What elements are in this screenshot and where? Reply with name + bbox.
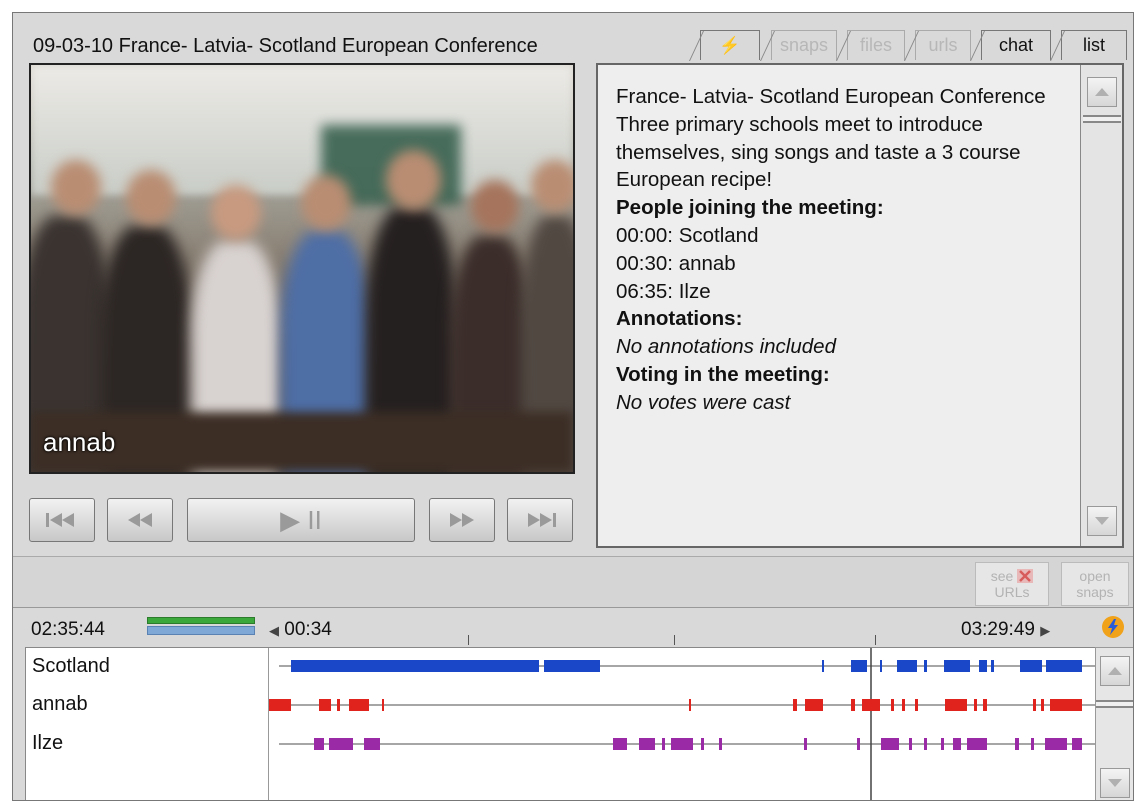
timeline-scroll-up-button[interactable] xyxy=(1100,656,1130,686)
scroll-left-arrow-icon: ◀ xyxy=(269,623,279,638)
timeline-header: 02:35:44 ◀ 00:34 03:29:49 ▶ xyxy=(13,609,1133,647)
timeline-tracks[interactable]: Scotland annab Ilze xyxy=(25,647,1105,801)
rewind-icon xyxy=(128,513,152,527)
timeline-start-position[interactable]: ◀ 00:34 xyxy=(269,619,332,641)
fast-forward-icon xyxy=(450,513,474,527)
tab-chat[interactable]: chat xyxy=(970,30,1051,61)
rewind-button[interactable] xyxy=(107,498,173,542)
track-names-column: Scotland annab Ilze xyxy=(26,648,269,800)
tab-list-label: list xyxy=(1083,35,1105,55)
meeting-title-header: 09-03-10 France- Latvia- Scotland Europe… xyxy=(33,35,538,57)
track-name-scotland: Scotland xyxy=(32,655,110,677)
open-snaps-button[interactable]: open snaps xyxy=(1061,562,1129,606)
skip-to-start-button[interactable] xyxy=(29,498,95,542)
meeting-player-window: 09-03-10 France- Latvia- Scotland Europe… xyxy=(12,12,1134,801)
close-icon xyxy=(1017,569,1034,583)
play-pause-button[interactable]: ▶ II xyxy=(187,498,415,542)
video-player[interactable]: annab xyxy=(29,63,575,474)
skip-to-start-icon xyxy=(46,513,74,527)
timeline-start-time: 00:34 xyxy=(284,619,332,640)
people-heading: People joining the meeting: xyxy=(616,196,884,220)
meeting-info-panel: France- Latvia- Scotland European Confer… xyxy=(596,63,1124,548)
annotations-text: No annotations included xyxy=(616,335,836,359)
timeline-end-time: 03:29:49 xyxy=(961,619,1035,640)
scroll-down-button[interactable] xyxy=(1087,506,1117,536)
see-urls-label-bottom: URLs xyxy=(994,584,1030,600)
people-entry: 06:35: Ilze xyxy=(616,279,711,303)
timeline-scroll-thumb[interactable] xyxy=(1096,700,1133,708)
chevron-down-icon xyxy=(1095,517,1109,525)
track-name-annab: annab xyxy=(32,693,88,715)
scroll-up-button[interactable] xyxy=(1087,77,1117,107)
scroll-right-arrow-icon: ▶ xyxy=(1040,623,1051,638)
tab-files-label: files xyxy=(859,35,892,55)
activity-tracks[interactable] xyxy=(269,648,1095,801)
scroll-thumb[interactable] xyxy=(1083,115,1121,123)
timeline-scrollbar[interactable] xyxy=(1095,647,1133,800)
annotations-heading: Annotations: xyxy=(616,307,743,331)
info-description: Three primary schools meet to introduce … xyxy=(616,112,1021,192)
info-meeting-title: France- Latvia- Scotland European Confer… xyxy=(616,85,1046,108)
open-snaps-label-top: open xyxy=(1079,568,1111,584)
people-entry: 00:30: annab xyxy=(616,251,736,275)
meeting-info-text: France- Latvia- Scotland European Confer… xyxy=(616,83,1076,417)
open-snaps-label-bottom: snaps xyxy=(1076,584,1114,600)
bolt-icon[interactable] xyxy=(1102,616,1124,638)
tab-files[interactable]: files xyxy=(836,30,905,61)
tab-snaps[interactable]: snaps xyxy=(760,30,837,61)
tab-snaps-label: snaps xyxy=(779,35,829,55)
current-time: 02:35:44 xyxy=(31,619,105,640)
voting-text: No votes were cast xyxy=(616,390,791,414)
chevron-up-icon xyxy=(1108,667,1122,675)
timeline-end-position[interactable]: 03:29:49 ▶ xyxy=(961,619,1050,641)
chevron-up-icon xyxy=(1095,88,1109,96)
participant-name-overlay: annab xyxy=(43,427,116,457)
chevron-down-icon xyxy=(1108,779,1122,787)
info-scrollbar[interactable] xyxy=(1080,65,1122,546)
see-urls-label-top: see xyxy=(990,568,1014,584)
fast-forward-button[interactable] xyxy=(429,498,495,542)
tab-chat-label: chat xyxy=(998,35,1034,55)
volume-level-indicator[interactable] xyxy=(147,615,255,637)
bolt-tab-icon: ⚡ xyxy=(719,35,741,55)
tab-urls[interactable]: urls xyxy=(904,30,971,61)
tab-urls-label: urls xyxy=(928,35,958,55)
tab-bolt[interactable]: ⚡ xyxy=(689,30,760,61)
people-entry: 00:00: Scotland xyxy=(616,223,759,247)
tab-list[interactable]: list xyxy=(1050,30,1127,61)
timeline-scroll-down-button[interactable] xyxy=(1100,768,1130,798)
skip-to-end-button[interactable] xyxy=(507,498,573,542)
play-pause-icon: ▶ II xyxy=(280,504,322,535)
track-name-ilze: Ilze xyxy=(32,732,64,754)
action-bar: see URLs open snaps xyxy=(13,556,1133,608)
see-urls-button[interactable]: see URLs xyxy=(975,562,1049,606)
skip-to-end-icon xyxy=(528,513,556,527)
voting-heading: Voting in the meeting: xyxy=(616,362,830,386)
